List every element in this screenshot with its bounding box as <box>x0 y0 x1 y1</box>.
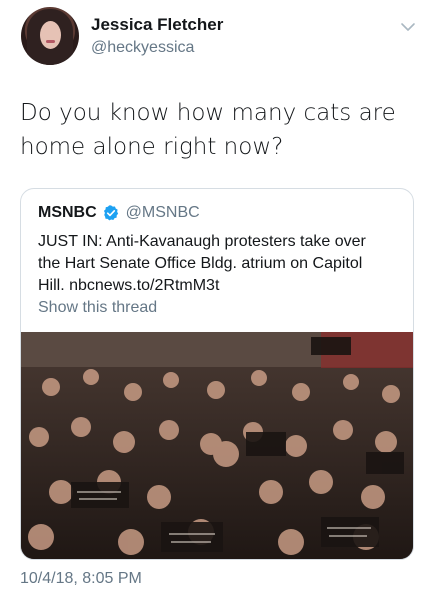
quoted-author-handle: @MSNBC <box>125 204 200 221</box>
quoted-tweet-text: JUST IN: Anti-Kavanaugh protesters take … <box>38 231 408 297</box>
quoted-tweet-header: MSNBC @MSNBC <box>38 202 200 224</box>
quoted-text-line: the Hart Senate Office Bldg. atrium on C… <box>38 255 363 272</box>
tweet-header: Jessica Fletcher @heckyessica <box>0 0 434 82</box>
quoted-text-line: Hill. nbcnews.to/2RtmM3t <box>38 277 220 294</box>
tweet-text: Do you know how many cats are home alone… <box>20 96 420 164</box>
author-handle[interactable]: @heckyessica <box>91 39 194 57</box>
protest-crowd-photo[interactable] <box>21 332 413 560</box>
chevron-down-icon[interactable] <box>399 18 417 36</box>
author-name[interactable]: Jessica Fletcher <box>91 15 223 35</box>
quoted-tweet-card[interactable]: MSNBC @MSNBC JUST IN: Anti-Kavanaugh pro… <box>20 188 414 560</box>
tweet-text-line: home alone right now? <box>20 134 284 160</box>
show-thread-link[interactable]: Show this thread <box>38 299 157 317</box>
avatar[interactable] <box>21 7 79 65</box>
verified-badge-icon <box>103 205 118 221</box>
quoted-text-line: JUST IN: Anti-Kavanaugh protesters take … <box>38 233 366 250</box>
tweet-timestamp[interactable]: 10/4/18, 8:05 PM <box>20 570 142 588</box>
tweet-text-line: Do you know how many cats are <box>20 100 396 126</box>
quoted-author-name: MSNBC <box>38 204 97 221</box>
